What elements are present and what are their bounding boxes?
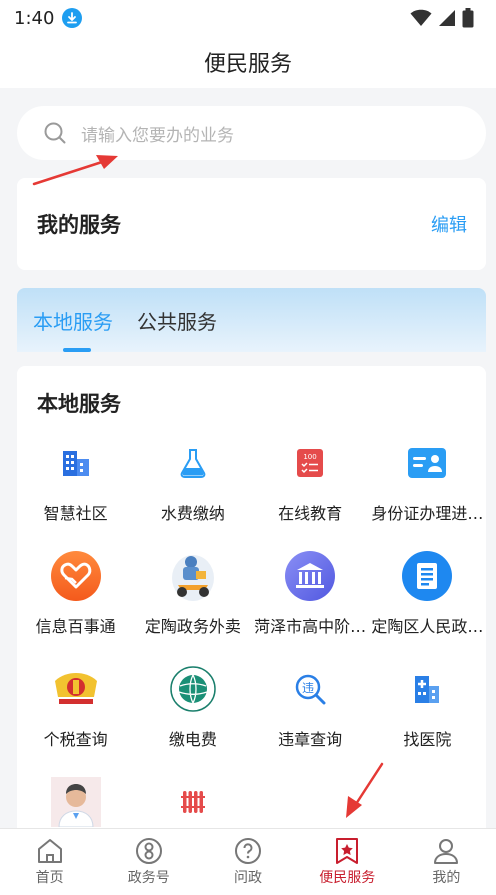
edit-button[interactable]: 编辑 [431,211,467,237]
service-item-find-hospital[interactable]: 找医院 [369,650,486,763]
service-label: 水费缴纳 [160,504,225,523]
signal-icon [439,10,455,26]
nav-gov-account[interactable]: 政务号 [99,829,198,895]
service-item-water-fee[interactable]: 水费缴纳 [134,424,251,537]
question-icon [235,838,261,864]
wifi-icon [410,9,432,27]
search-input[interactable]: 请输入您要办的业务 [17,106,486,160]
download-icon [62,8,83,28]
service-item-dingtao-gov[interactable]: 定陶区人民政… [369,537,486,650]
checklist-icon: 100 [285,438,335,488]
service-item-online-education[interactable]: 100 在线教育 [252,424,369,537]
service-item-id-card[interactable]: 身份证办理进… [369,424,486,537]
nav-convenience-services[interactable]: 便民服务 [298,829,397,895]
nav-label: 我的 [432,870,461,886]
nav-mine[interactable]: 我的 [397,829,496,895]
violation-search-icon: 违 [285,664,335,714]
delivery-rider-icon [168,551,218,601]
service-tabs: 本地服务 公共服务 [17,288,486,352]
bottom-nav: 首页 政务号 问政 便民服务 我的 [0,828,496,895]
status-time: 1:40 [14,7,55,29]
my-service-title: 我的服务 [37,213,121,237]
tax-emblem-icon [51,664,101,714]
heart-hand-icon [50,551,101,601]
tab-local-services[interactable]: 本地服务 [33,306,113,335]
radiator-icon [168,777,218,827]
flask-icon [168,438,218,488]
svg-text:违: 违 [302,681,314,695]
building-icon [51,438,101,488]
nav-home[interactable]: 首页 [0,829,99,895]
status-bar: 1:40 [0,0,496,36]
service-label: 找医院 [403,730,452,749]
nav-ask-gov[interactable]: 问政 [198,829,297,895]
page-title: 便民服务 [203,52,292,77]
service-item-info[interactable]: 信息百事通 [17,537,134,650]
local-services-title: 本地服务 [37,392,121,416]
service-label: 智慧社区 [43,504,108,523]
hospital-icon [402,664,452,714]
nav-label: 问政 [234,870,262,886]
service-label: 缴电费 [168,730,217,749]
page-title-bar: 便民服务 [0,36,496,88]
service-label: 身份证办理进… [371,504,484,523]
service-label: 违章查询 [278,730,343,749]
svg-text:100: 100 [303,453,316,461]
school-building-icon [285,551,336,601]
gov-account-icon [135,838,162,864]
user-icon [434,839,459,864]
tab-public-services[interactable]: 公共服务 [137,306,217,335]
nav-label: 首页 [35,870,64,886]
service-item-heze-highschool[interactable]: 菏泽市高中阶… [252,537,369,650]
search-placeholder: 请输入您要办的业务 [81,125,234,146]
service-label: 在线教育 [278,504,343,523]
home-icon [37,839,62,863]
nav-label: 便民服务 [319,870,376,886]
service-item-gov-delivery[interactable]: 定陶政务外卖 [134,537,251,650]
active-tab-indicator [63,348,91,352]
doctor-icon [50,777,101,827]
document-icon [402,551,453,601]
service-label: 菏泽市高中阶… [254,617,367,636]
service-label: 定陶政务外卖 [144,617,241,636]
local-services-card: 本地服务 智慧社区 水费缴纳 100 在线教育 身份证办理进… 信息百事通 定陶… [17,366,486,836]
service-item-personal-tax[interactable]: 个税查询 [17,650,134,763]
nav-label: 政务号 [127,870,170,886]
id-card-icon [402,438,452,488]
service-item-violation[interactable]: 违 违章查询 [252,650,369,763]
star-bookmark-icon [336,838,359,864]
service-label: 信息百事通 [35,617,116,636]
search-icon [44,122,66,144]
state-grid-icon [168,664,218,714]
service-item-electricity[interactable]: 缴电费 [134,650,251,763]
service-label: 定陶区人民政… [371,617,484,636]
my-service-card: 我的服务 编辑 [17,178,486,270]
service-grid: 智慧社区 水费缴纳 100 在线教育 身份证办理进… 信息百事通 定陶政务外卖 … [17,424,486,876]
service-item-smart-community[interactable]: 智慧社区 [17,424,134,537]
service-label: 个税查询 [43,730,108,749]
battery-icon [462,8,474,28]
